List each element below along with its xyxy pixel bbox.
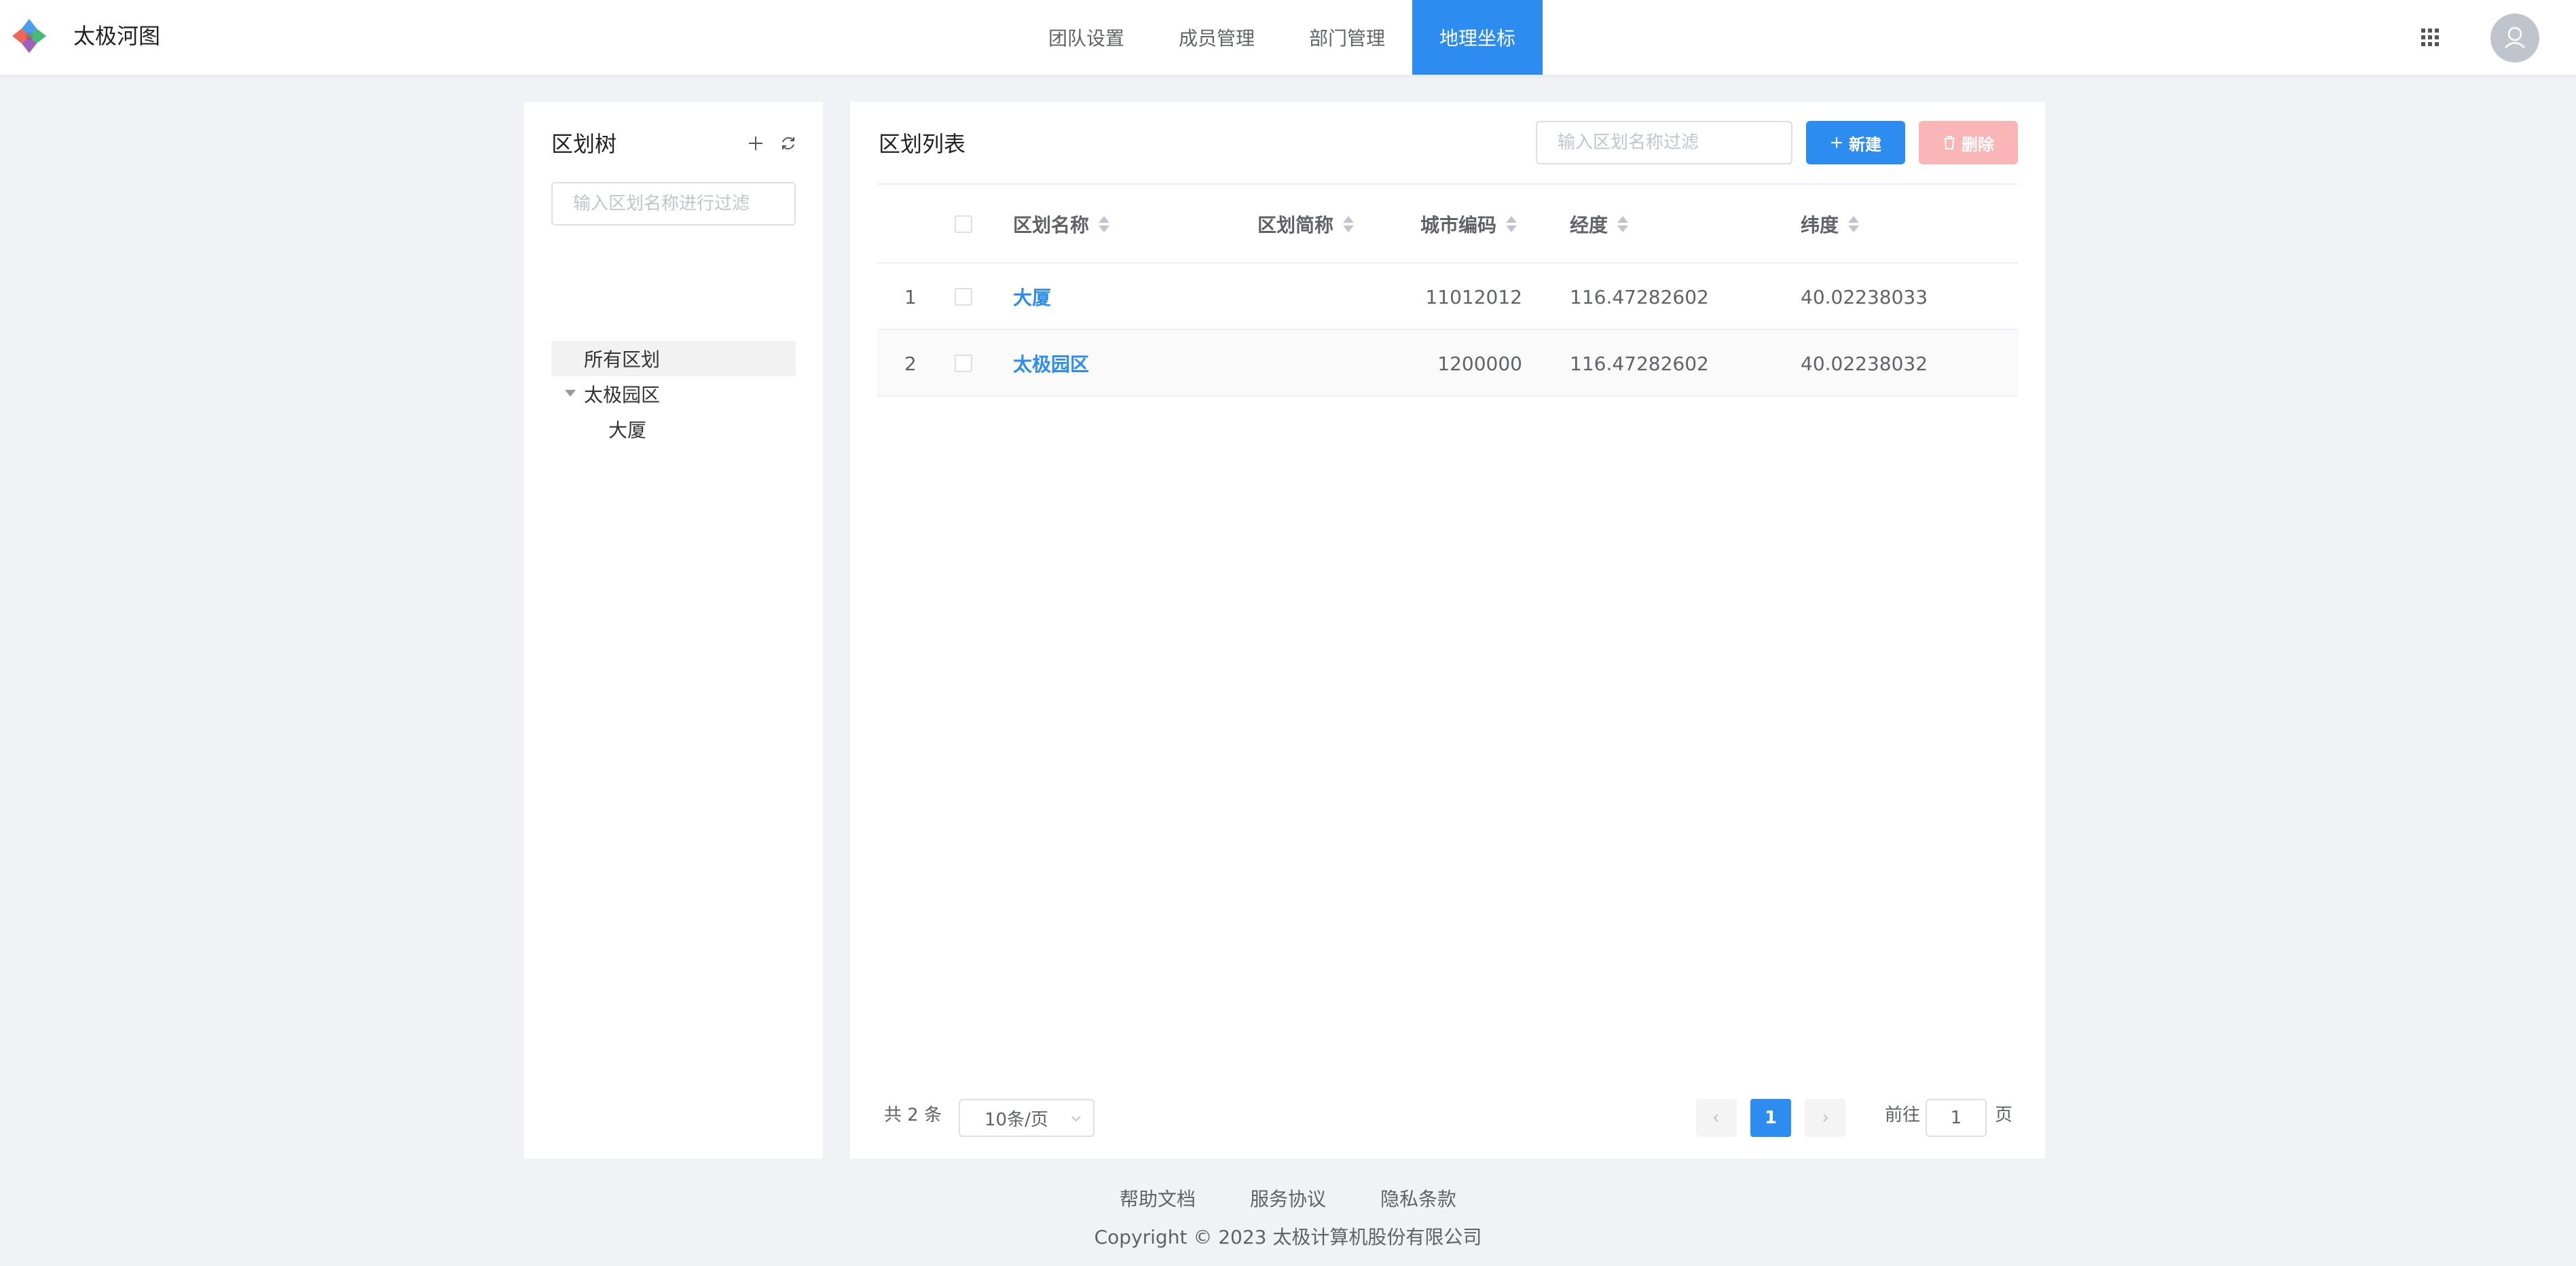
- select-all-cell: [955, 185, 972, 264]
- tree-node-taiji-park[interactable]: 太极园区: [551, 376, 796, 412]
- tree-node-label: 太极园区: [584, 384, 661, 406]
- sort-icon[interactable]: [1506, 215, 1517, 234]
- tree-panel-title: 区划树: [551, 131, 617, 157]
- city-code: 1200000: [1437, 352, 1522, 375]
- column-header-name[interactable]: 区划名称: [1013, 185, 1110, 264]
- plus-icon: [1831, 137, 1842, 148]
- region-list-panel: 区划列表 新建 删除 区划名称 区划简称 城市编码 经: [850, 102, 2045, 1159]
- tree-search-input[interactable]: [551, 182, 796, 225]
- column-header-code[interactable]: 城市编码: [1420, 185, 1517, 264]
- list-panel-title: 区划列表: [879, 131, 966, 157]
- footer-link-privacy[interactable]: 隐私条款: [1380, 1184, 1456, 1212]
- column-header-label: 经度: [1570, 214, 1608, 236]
- app-logo-icon[interactable]: [7, 14, 52, 58]
- row-select-cell: [955, 264, 972, 330]
- delete-button-label: 删除: [1962, 134, 1994, 154]
- caret-down-icon[interactable]: [565, 390, 576, 397]
- row-index: 2: [904, 352, 917, 375]
- row-checkbox[interactable]: [955, 355, 972, 372]
- top-header: 太极河图 团队设置 成员管理 部门管理 地理坐标: [0, 0, 2576, 75]
- chevron-down-icon: [1071, 1116, 1081, 1122]
- nav-department-management[interactable]: 部门管理: [1282, 0, 1412, 75]
- region-name-link[interactable]: 大厦: [1013, 264, 1051, 330]
- region-tree-panel: 区划树 所有区划 太极园区 大厦: [524, 102, 823, 1159]
- column-header-short[interactable]: 区划简称: [1257, 185, 1355, 264]
- new-button[interactable]: 新建: [1806, 121, 1905, 164]
- select-all-checkbox[interactable]: [955, 215, 972, 233]
- prev-page-button[interactable]: [1696, 1099, 1737, 1137]
- chevron-right-icon: [1823, 1114, 1828, 1122]
- sort-icon[interactable]: [1848, 215, 1860, 234]
- row-index: 1: [904, 285, 917, 308]
- copyright: Copyright © 2023 太极计算机股份有限公司: [1094, 1226, 1482, 1248]
- goto-label: 前往: [1885, 1105, 1921, 1125]
- column-header-label: 区划名称: [1013, 214, 1090, 236]
- nav-member-management[interactable]: 成员管理: [1152, 0, 1282, 75]
- column-header-lat[interactable]: 纬度: [1801, 185, 1860, 264]
- goto-page-input[interactable]: [1926, 1099, 1987, 1137]
- top-nav: 团队设置 成员管理 部门管理 地理坐标: [1021, 0, 1543, 75]
- pagination-total: 共 2 条: [884, 1105, 942, 1125]
- sort-icon[interactable]: [1617, 215, 1629, 234]
- sort-icon[interactable]: [1099, 215, 1110, 234]
- sort-icon[interactable]: [1343, 215, 1355, 234]
- table-row[interactable]: 2 太极园区 1200000 116.47282602 40.02238032: [877, 330, 2018, 397]
- region-table: 区划名称 区划简称 城市编码 经度 纬度 1 大厦 11012012 116.4…: [877, 185, 2018, 397]
- table-header: 区划名称 区划简称 城市编码 经度 纬度: [877, 185, 2018, 264]
- nav-geo-coordinates[interactable]: 地理坐标: [1412, 0, 1543, 75]
- footer-link-terms[interactable]: 服务协议: [1250, 1184, 1326, 1212]
- tree-node-label: 大厦: [608, 419, 647, 441]
- page-size-select[interactable]: 10条/页: [959, 1099, 1094, 1137]
- avatar[interactable]: [2490, 14, 2539, 62]
- column-header-label: 城市编码: [1420, 214, 1497, 236]
- longitude: 116.47282602: [1570, 285, 1709, 308]
- app-title: 太极河图: [73, 23, 161, 49]
- list-search-input[interactable]: [1536, 121, 1792, 164]
- column-header-label: 区划简称: [1257, 214, 1334, 236]
- column-header-label: 纬度: [1801, 214, 1839, 236]
- new-button-label: 新建: [1849, 134, 1881, 154]
- tree-node-building[interactable]: 大厦: [551, 412, 796, 447]
- delete-button[interactable]: 删除: [1919, 121, 2018, 164]
- city-code: 11012012: [1425, 285, 1522, 308]
- table-row[interactable]: 1 大厦 11012012 116.47282602 40.02238033: [877, 264, 2018, 330]
- column-header-lng[interactable]: 经度: [1570, 185, 1629, 264]
- row-select-cell: [955, 330, 972, 397]
- tree-node-all-regions[interactable]: 所有区划: [551, 341, 796, 376]
- next-page-button[interactable]: [1805, 1099, 1845, 1137]
- tree-node-label: 所有区划: [584, 348, 661, 371]
- page-size-value: 10条/页: [985, 1109, 1048, 1130]
- latitude: 40.02238032: [1801, 352, 1928, 375]
- footer-link-help[interactable]: 帮助文档: [1120, 1184, 1196, 1212]
- plus-icon[interactable]: [746, 133, 766, 153]
- chevron-left-icon: [1713, 1114, 1718, 1122]
- page-number-button[interactable]: 1: [1750, 1099, 1791, 1137]
- latitude: 40.02238033: [1801, 285, 1928, 308]
- user-icon: [2505, 26, 2525, 48]
- footer-links: 帮助文档 服务协议 隐私条款: [0, 1184, 2576, 1212]
- trash-icon: [1944, 136, 1955, 149]
- nav-team-settings[interactable]: 团队设置: [1021, 0, 1152, 75]
- grid-icon[interactable]: [2421, 29, 2439, 46]
- refresh-icon[interactable]: [778, 133, 798, 153]
- row-checkbox[interactable]: [955, 288, 972, 306]
- goto-suffix: 页: [1995, 1105, 2013, 1125]
- longitude: 116.47282602: [1570, 352, 1709, 375]
- region-name-link[interactable]: 太极园区: [1013, 330, 1089, 397]
